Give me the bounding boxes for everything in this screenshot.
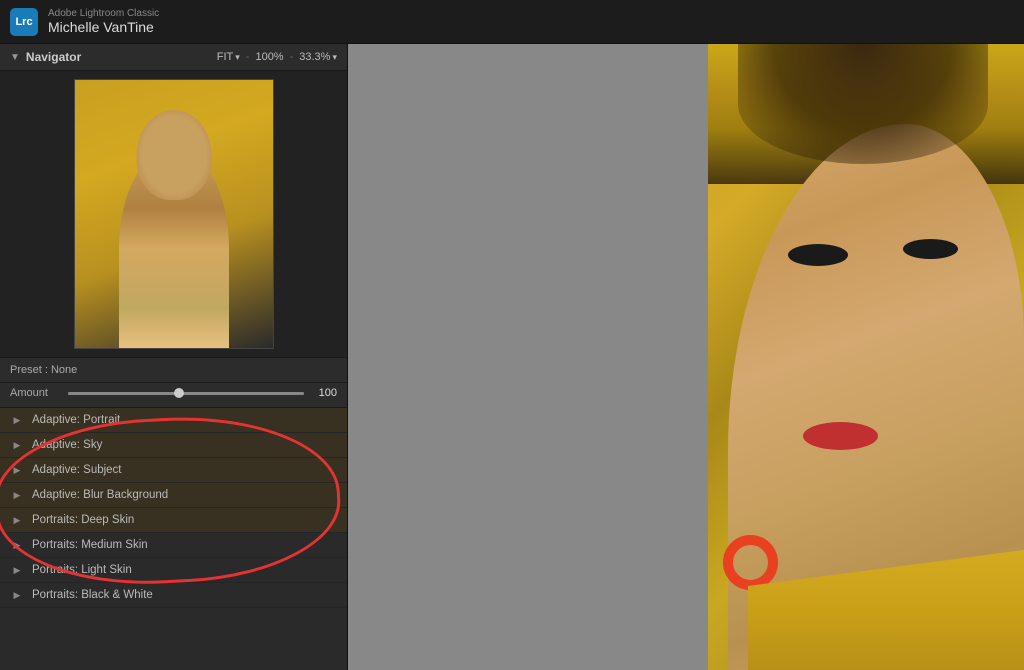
preset-list: ▶ Adaptive: Portrait ▶ Adaptive: Sky ▶ A… xyxy=(0,408,347,670)
preset-expand-icon: ▶ xyxy=(10,513,24,527)
list-item[interactable]: ▶ Adaptive: Subject xyxy=(0,458,347,483)
titlebar: Lrc Adobe Lightroom Classic Michelle Van… xyxy=(0,0,1024,44)
photo-earring xyxy=(723,535,778,590)
navigator-preview-image[interactable] xyxy=(74,79,274,349)
zoom-100-button[interactable]: 100% xyxy=(255,51,283,63)
zoom-divider: - xyxy=(246,51,250,63)
app-name: Adobe Lightroom Classic xyxy=(48,8,159,19)
zoom-divider-2: - xyxy=(290,51,294,63)
navigator-preview xyxy=(0,71,347,358)
amount-label: Amount xyxy=(10,387,60,399)
preset-expand-icon: ▶ xyxy=(10,438,24,452)
main-layout: ▼ Navigator FIT ▾ - 100% - 33.3% ▾ xyxy=(0,44,1024,670)
left-panel: ▼ Navigator FIT ▾ - 100% - 33.3% ▾ xyxy=(0,44,348,670)
amount-value: 100 xyxy=(312,387,337,399)
fit-button[interactable]: FIT ▾ xyxy=(217,51,240,63)
navigator-header: ▼ Navigator FIT ▾ - 100% - 33.3% ▾ xyxy=(0,44,347,71)
photo-left-eye xyxy=(788,244,848,266)
list-item[interactable]: ▶ Portraits: Deep Skin xyxy=(0,508,347,533)
amount-row: Amount 100 xyxy=(0,383,347,408)
photo-right-eye xyxy=(903,239,958,259)
fit-dropdown-icon: ▾ xyxy=(235,52,240,63)
center-workspace xyxy=(348,44,708,670)
preset-expand-icon: ▶ xyxy=(10,413,24,427)
list-item[interactable]: ▶ Adaptive: Sky xyxy=(0,433,347,458)
preset-expand-icon: ▶ xyxy=(10,463,24,477)
list-item[interactable]: ▶ Portraits: Medium Skin xyxy=(0,533,347,558)
preset-expand-icon: ▶ xyxy=(10,538,24,552)
app-logo: Lrc xyxy=(10,8,38,36)
list-item[interactable]: ▶ Adaptive: Portrait xyxy=(0,408,347,433)
preset-row: Preset : None xyxy=(0,358,347,383)
navigator-collapse-icon[interactable]: ▼ xyxy=(10,52,20,63)
amount-slider-fill xyxy=(68,392,304,395)
photo-lips xyxy=(803,422,878,450)
amount-slider-thumb xyxy=(174,388,184,398)
list-item[interactable]: ▶ Portraits: Black & White xyxy=(0,583,347,608)
titlebar-text: Adobe Lightroom Classic Michelle VanTine xyxy=(48,8,159,35)
preset-expand-icon: ▶ xyxy=(10,563,24,577)
navigator-controls: FIT ▾ - 100% - 33.3% ▾ xyxy=(217,51,337,63)
navigator-title: Navigator xyxy=(26,50,217,64)
zoom-33-button[interactable]: 33.3% ▾ xyxy=(299,51,337,63)
main-photo xyxy=(708,44,1024,670)
amount-slider[interactable] xyxy=(68,392,304,395)
list-item[interactable]: ▶ Adaptive: Blur Background xyxy=(0,483,347,508)
photo-face xyxy=(708,44,1024,670)
preset-expand-icon: ▶ xyxy=(10,488,24,502)
photo-hair xyxy=(738,44,988,164)
zoom-dropdown-icon: ▾ xyxy=(332,52,337,63)
list-item[interactable]: ▶ Portraits: Light Skin xyxy=(0,558,347,583)
right-panel-photo xyxy=(708,44,1024,670)
user-name: Michelle VanTine xyxy=(48,19,159,35)
preset-expand-icon: ▶ xyxy=(10,588,24,602)
